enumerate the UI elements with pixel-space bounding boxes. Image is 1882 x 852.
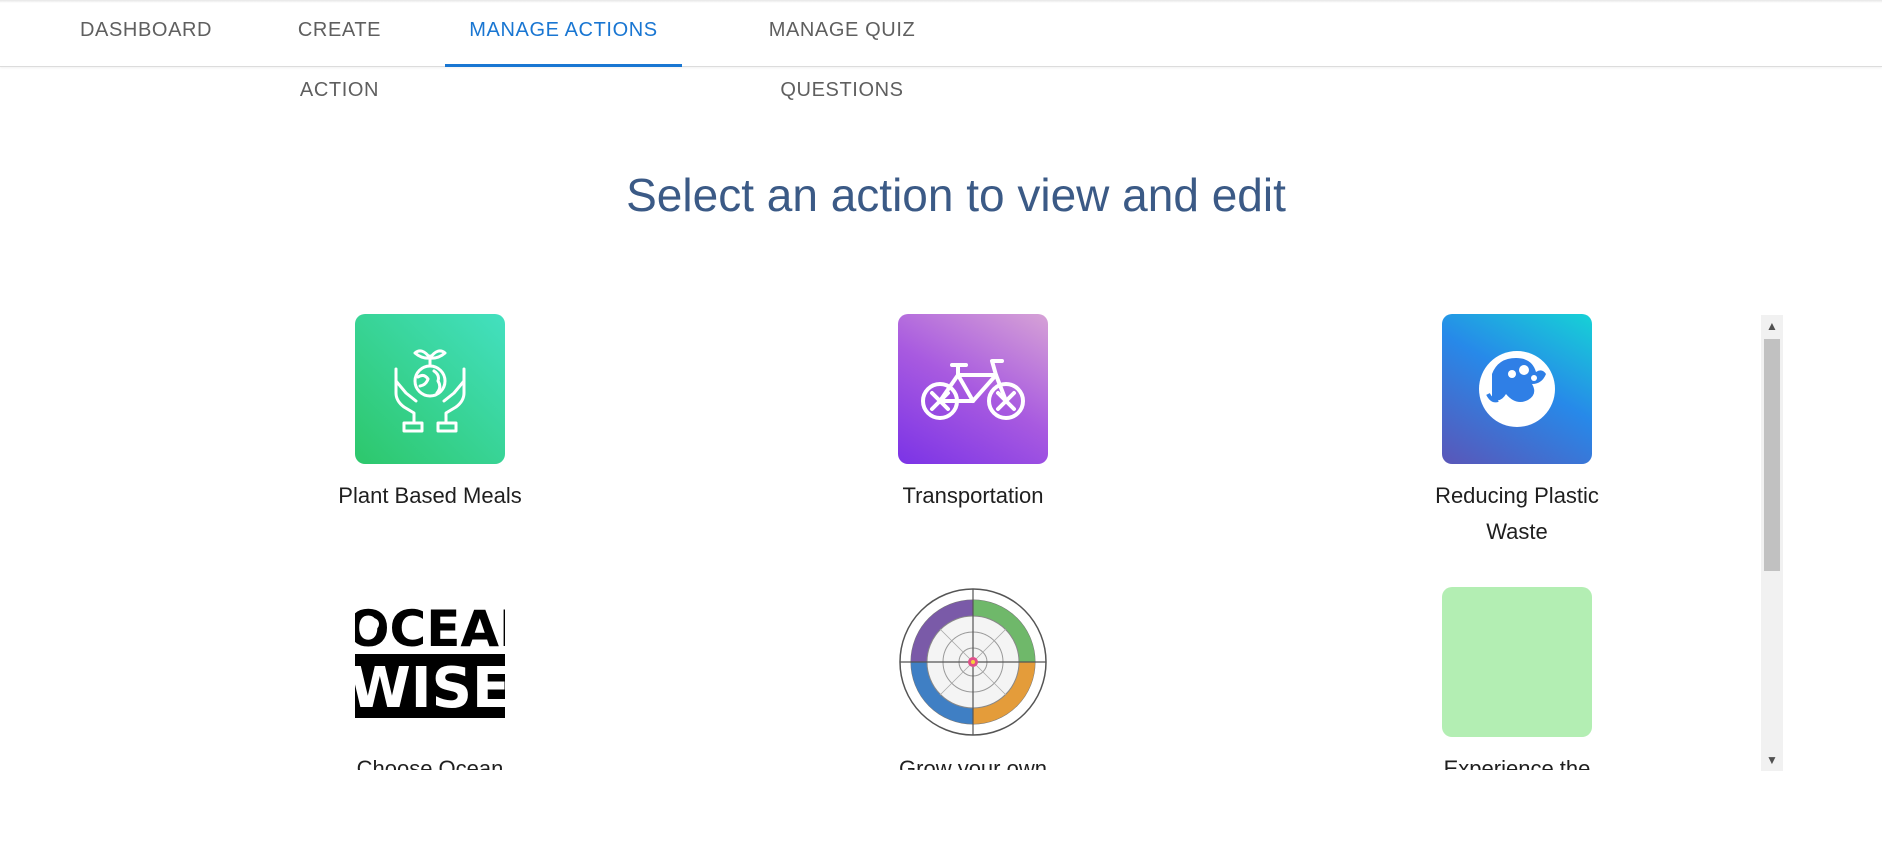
top-nav: DASHBOARD CREATE ACTION MANAGE ACTIONS M…: [0, 0, 1882, 101]
ocean-wave-icon: [1442, 314, 1592, 464]
arrow-down-icon[interactable]: ▼: [1761, 749, 1783, 771]
action-label: Grow your own: [899, 756, 1047, 770]
action-card-plant-based-meals[interactable]: Plant Based Meals: [320, 314, 540, 514]
action-label: Plant Based Meals: [338, 483, 522, 508]
tab-manage-actions[interactable]: MANAGE ACTIONS: [445, 0, 682, 67]
vertical-scrollbar[interactable]: ▲ ▼: [1761, 315, 1783, 771]
action-card-experience-the[interactable]: Experience the: [1407, 587, 1627, 770]
action-label: Choose Ocean: [356, 756, 504, 770]
bicycle-icon: [898, 314, 1048, 464]
svg-text:WISE: WISE: [355, 656, 505, 721]
tab-manage-quiz-questions[interactable]: MANAGE QUIZ QUESTIONS: [706, 0, 978, 101]
seasonal-wheel-image: [898, 587, 1048, 737]
hands-holding-globe-sprout-icon: [355, 314, 505, 464]
scrollbar-thumb[interactable]: [1764, 339, 1780, 571]
tab-create-action[interactable]: CREATE ACTION: [257, 0, 422, 101]
blank-green-tile: [1442, 587, 1592, 737]
action-card-transportation[interactable]: Transportation: [863, 314, 1083, 514]
action-card-grow-your-own[interactable]: Grow your own: [863, 587, 1083, 770]
actions-grid: Plant Based Meals Transportation Reducin…: [310, 312, 1784, 770]
action-card-choose-ocean[interactable]: OCEAN WISE Choose Ocean: [320, 587, 540, 770]
action-label: Experience the: [1443, 756, 1591, 770]
action-card-reducing-plastic-waste[interactable]: Reducing Plastic Waste: [1407, 314, 1627, 550]
arrow-up-icon[interactable]: ▲: [1761, 315, 1783, 337]
tab-dashboard[interactable]: DASHBOARD: [80, 0, 211, 66]
action-label: Reducing Plastic Waste: [1435, 483, 1599, 544]
page-title: Select an action to view and edit: [626, 169, 1286, 221]
ocean-wise-logo: OCEAN WISE: [355, 587, 505, 737]
action-label: Transportation: [902, 483, 1044, 508]
svg-text:OCEAN: OCEAN: [355, 602, 505, 658]
